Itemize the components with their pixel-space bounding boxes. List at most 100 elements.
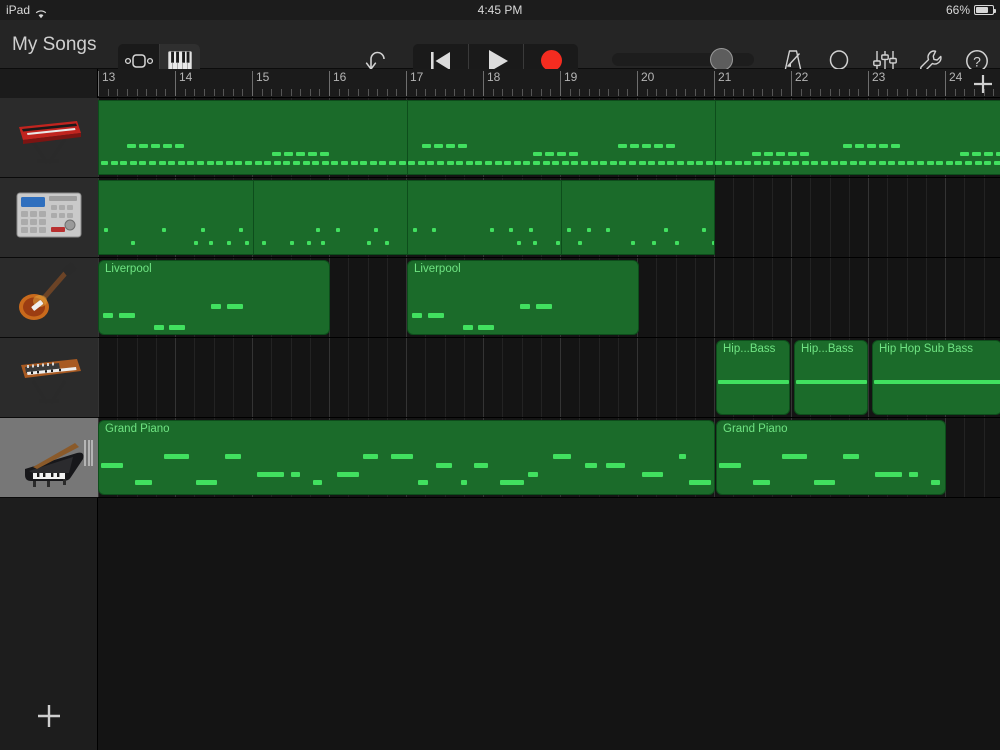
midi-note	[460, 480, 467, 485]
midi-note	[533, 152, 543, 156]
midi-note	[216, 161, 224, 165]
midi-note	[715, 161, 723, 165]
track-area: Liverpool Liverpool Hip...Bass Hip...Bass Hi…	[0, 98, 1000, 750]
midi-note	[456, 161, 464, 165]
midi-note	[866, 144, 876, 148]
ruler-bar-number: 15	[256, 70, 270, 84]
midi-note	[753, 161, 761, 165]
timeline-ruler: 13 14 15 16 17 18 19 20 21 22 23 24	[0, 69, 1000, 98]
region-label: Liverpool	[105, 263, 152, 275]
add-section-button[interactable]	[968, 69, 998, 98]
midi-note	[209, 241, 214, 245]
midi-note	[256, 472, 284, 477]
midi-note	[390, 454, 413, 459]
region-label: Hip...Bass	[723, 343, 776, 355]
midi-note	[796, 380, 867, 384]
midi-region[interactable]: Hip...Bass	[716, 340, 790, 415]
master-volume-knob[interactable]	[710, 48, 734, 71]
midi-note	[688, 480, 711, 485]
ruler-bars[interactable]: 13 14 15 16 17 18 19 20 21 22 23 24	[98, 69, 1000, 98]
midi-note	[678, 454, 686, 459]
midi-note	[788, 152, 798, 156]
midi-region[interactable]: Liverpool	[407, 260, 639, 335]
midi-region[interactable]: Hip Hop Sub Bass	[872, 340, 1000, 415]
midi-note	[800, 152, 810, 156]
battery-icon	[974, 5, 996, 15]
midi-note	[161, 228, 166, 232]
midi-note	[675, 241, 680, 245]
midi-note	[290, 472, 300, 477]
midi-note	[842, 144, 852, 148]
midi-note	[120, 161, 128, 165]
track-lane[interactable]: Hip...Bass Hip...Bass Hip Hop Sub Bass	[98, 338, 1000, 418]
midi-note	[653, 144, 663, 148]
midi-note	[379, 161, 387, 165]
track-lane[interactable]: Liverpool Liverpool	[98, 258, 1000, 338]
midi-note	[312, 161, 320, 165]
midi-region[interactable]	[98, 100, 1000, 175]
track-resize-grip[interactable]	[84, 440, 93, 466]
add-track-button[interactable]	[0, 696, 98, 736]
midi-note	[890, 144, 900, 148]
midi-note	[245, 161, 252, 165]
midi-note	[878, 161, 886, 165]
midi-note	[984, 152, 994, 156]
midi-note	[463, 325, 473, 330]
midi-region[interactable]: Liverpool	[98, 260, 330, 335]
midi-note	[677, 161, 684, 165]
my-songs-button[interactable]: My Songs	[12, 20, 96, 69]
midi-note	[686, 161, 694, 165]
master-volume-slider[interactable]	[612, 48, 754, 71]
midi-note	[350, 161, 358, 165]
midi-note	[712, 241, 714, 245]
midi-note	[960, 152, 970, 156]
track-header-bass-guitar[interactable]	[0, 258, 98, 338]
track-headers	[0, 98, 98, 750]
midi-note	[996, 152, 1000, 156]
track-lanes[interactable]: Liverpool Liverpool Hip...Bass Hip...Bass Hi…	[98, 98, 1000, 750]
midi-note	[389, 161, 396, 165]
ruler-bar-number: 17	[410, 70, 424, 84]
track-header-vintage-synth[interactable]	[0, 338, 98, 418]
midi-region[interactable]: Grand Piano	[98, 420, 715, 495]
midi-note	[545, 152, 555, 156]
midi-note	[233, 304, 243, 309]
track-header-keyboard[interactable]	[0, 98, 98, 178]
midi-region[interactable]	[98, 180, 715, 255]
midi-note	[556, 241, 561, 245]
track-lane[interactable]	[98, 98, 1000, 178]
midi-note	[517, 241, 522, 245]
midi-note	[446, 144, 456, 148]
midi-note	[605, 228, 610, 232]
midi-note	[412, 313, 422, 318]
midi-note	[782, 161, 790, 165]
midi-note	[312, 480, 322, 485]
midi-note	[734, 161, 742, 165]
track-header-drum-machine[interactable]	[0, 178, 98, 258]
midi-note	[446, 161, 454, 165]
track-lane[interactable]	[98, 178, 1000, 258]
midi-note	[103, 313, 113, 318]
track-header-grand-piano[interactable]	[0, 418, 98, 498]
ruler-bar-number: 13	[102, 70, 116, 84]
midi-note	[284, 152, 294, 156]
midi-note	[605, 463, 625, 468]
midi-note	[907, 161, 915, 165]
midi-note	[965, 161, 972, 165]
track-lane[interactable]: Grand Piano Grand Piano	[98, 418, 1000, 498]
midi-note	[110, 161, 118, 165]
midi-note	[320, 241, 325, 245]
ruler-bar: 20	[637, 69, 714, 98]
midi-note	[993, 161, 1000, 165]
midi-note	[127, 144, 136, 148]
ruler-bar-number: 20	[641, 70, 655, 84]
midi-note	[412, 228, 417, 232]
midi-note	[149, 161, 156, 165]
midi-note	[945, 161, 953, 165]
midi-note	[520, 304, 530, 309]
midi-note	[811, 161, 819, 165]
midi-region[interactable]: Hip...Bass	[794, 340, 868, 415]
midi-region[interactable]: Grand Piano	[716, 420, 946, 495]
midi-note	[974, 161, 982, 165]
midi-note	[528, 228, 533, 232]
